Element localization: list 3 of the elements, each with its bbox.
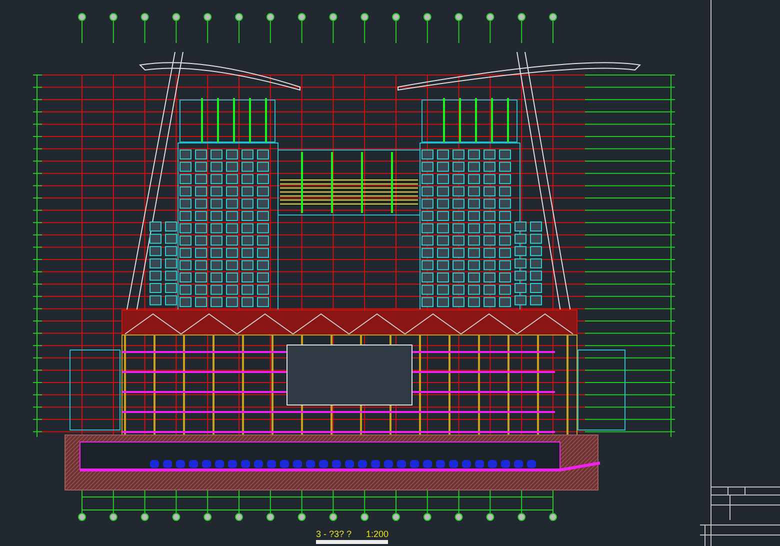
drawing-title: 3 - ?3? ?: [316, 529, 352, 539]
scale-label: 1:200: [366, 529, 389, 539]
title-underline: [316, 540, 388, 544]
